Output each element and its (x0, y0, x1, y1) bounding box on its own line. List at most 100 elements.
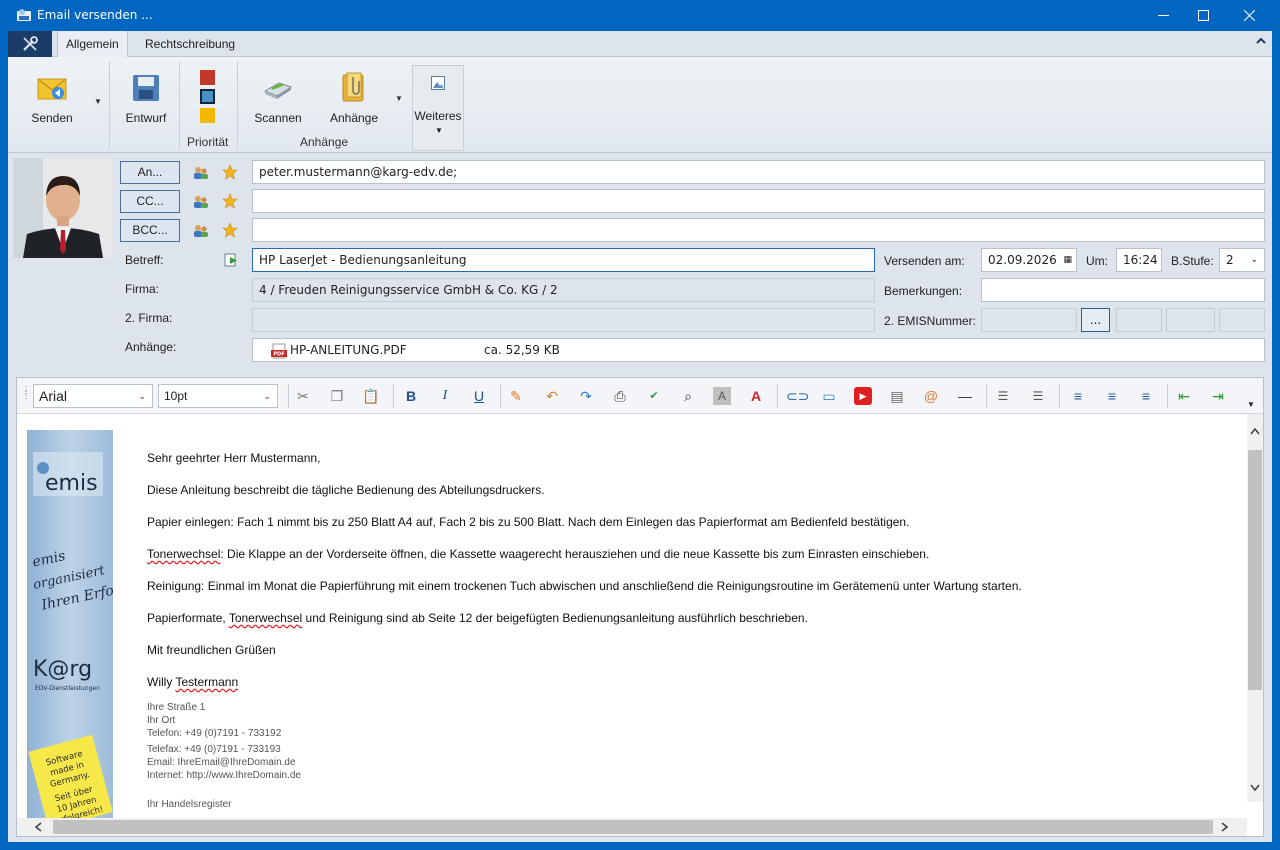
search-icon[interactable]: ⌕ (679, 387, 697, 405)
calendar-icon[interactable]: ▦ (1063, 249, 1072, 271)
cc-field[interactable] (252, 189, 1265, 213)
align-right-icon[interactable]: ≡ (1137, 387, 1155, 405)
avatar (13, 158, 113, 258)
to-button[interactable]: An... (120, 161, 180, 184)
bullet-list-icon[interactable]: ☰ (1029, 387, 1047, 405)
send-date-field[interactable]: 02.09.2026 ▦ (981, 248, 1077, 272)
company2-field[interactable] (252, 308, 875, 332)
attachment-name[interactable]: HP-ANLEITUNG.PDF (290, 339, 407, 361)
body-paragraph-4: Reinigung: Einmal im Monat die Papierfüh… (147, 579, 1022, 593)
body-greeting: Sehr geehrter Herr Mustermann, (147, 451, 321, 465)
bcc-field[interactable] (252, 218, 1265, 242)
font-family-select[interactable]: Arial ⌄ (33, 384, 153, 408)
more-button[interactable]: Weiteres ▼ (412, 65, 464, 151)
italic-icon[interactable]: I (436, 387, 454, 405)
emis-number-field[interactable] (981, 308, 1077, 332)
misspelled-word[interactable]: Tonerwechsel (229, 611, 302, 625)
clear-format-icon[interactable]: ✎ (507, 387, 525, 405)
font-size-select[interactable]: 10pt ⌄ (158, 384, 278, 408)
html-editor: ⋮ ⋮ Arial ⌄ 10pt ⌄ ✂ ❐ 📋 B I U ✎ ↶ ↷ ⎙ ✔… (16, 377, 1264, 837)
bcc-button[interactable]: BCC... (120, 219, 180, 242)
attachments-dropdown-icon[interactable]: ▼ (395, 94, 403, 103)
chevron-up-icon[interactable] (1250, 428, 1260, 435)
send-dropdown-icon[interactable]: ▼ (94, 97, 102, 106)
close-icon (1243, 9, 1255, 22)
favorites-star-icon[interactable] (222, 222, 238, 238)
favorites-star-icon[interactable] (222, 164, 238, 180)
favorites-star-icon[interactable] (222, 193, 238, 209)
numbered-list-icon[interactable]: ☰ (994, 387, 1012, 405)
body-text: Willy (147, 675, 176, 689)
cc-button[interactable]: CC... (120, 190, 180, 213)
file-menu-button[interactable] (8, 31, 52, 57)
table-icon[interactable]: ▤ (888, 387, 906, 405)
close-button[interactable] (1226, 0, 1272, 31)
horizontal-rule-icon[interactable]: — (956, 387, 974, 405)
align-left-icon[interactable]: ≡ (1069, 387, 1087, 405)
indent-icon[interactable]: ⇥ (1209, 387, 1227, 405)
to-field[interactable]: peter.mustermann@karg-edv.de; (252, 160, 1265, 184)
priority-normal-button[interactable] (200, 89, 215, 104)
cut-icon[interactable]: ✂ (294, 387, 312, 405)
misspelled-word[interactable]: Testermann (175, 675, 238, 689)
remarks-field[interactable] (981, 278, 1265, 302)
draft-button[interactable]: Entwurf (118, 71, 174, 131)
tab-allgemein[interactable]: Allgemein (57, 31, 128, 57)
font-family-value: Arial (39, 388, 68, 404)
spellcheck-icon[interactable]: ✔ (645, 387, 663, 405)
chevron-down-icon[interactable] (1250, 784, 1260, 791)
remarks-label: Bemerkungen: (884, 284, 963, 298)
emis-extra-field-3[interactable] (1219, 308, 1265, 332)
vertical-scrollbar[interactable] (1247, 414, 1263, 802)
insert-image-icon[interactable]: ▭ (820, 387, 838, 405)
copy-icon[interactable]: ❐ (328, 387, 346, 405)
priority-low-button[interactable] (200, 108, 215, 123)
emis-extra-field-2[interactable] (1166, 308, 1215, 332)
tab-rechtschreibung[interactable]: Rechtschreibung (137, 31, 243, 57)
send-button[interactable]: Senden (24, 71, 80, 131)
address-book-icon[interactable] (193, 166, 209, 180)
toolbar-overflow-icon[interactable]: ▼ (1247, 400, 1255, 409)
paste-icon[interactable]: 📋 (362, 387, 380, 405)
bstufe-select[interactable]: 2 ⌄ (1219, 248, 1265, 272)
chevron-right-icon[interactable] (1221, 822, 1228, 832)
time-field[interactable]: 16:24 (1116, 248, 1162, 272)
video-icon[interactable]: ▶ (854, 387, 872, 405)
scan-button[interactable]: Scannen (250, 71, 306, 131)
link-icon[interactable]: ⊂⊃ (786, 387, 809, 405)
company2-label: 2. Firma: (125, 311, 173, 325)
priority-high-button[interactable] (200, 70, 215, 85)
address-book-icon[interactable] (193, 195, 209, 209)
align-center-icon[interactable]: ≡ (1103, 387, 1121, 405)
chevron-left-icon[interactable] (35, 822, 42, 832)
attachments-field[interactable]: PDF HP-ANLEITUNG.PDF ca. 52,59 KB (252, 338, 1265, 362)
outdent-icon[interactable]: ⇤ (1175, 387, 1193, 405)
company-field[interactable]: 4 / Freuden Reinigungsservice GmbH & Co.… (252, 278, 875, 302)
misspelled-word[interactable]: Tonerwechsel (147, 547, 220, 561)
email-body[interactable]: Sehr geehrter Herr Mustermann, Diese Anl… (147, 450, 1022, 811)
underline-icon[interactable]: U (470, 387, 488, 405)
redo-icon[interactable]: ↷ (577, 387, 595, 405)
subject-template-icon[interactable] (224, 253, 238, 267)
bold-icon[interactable]: B (402, 387, 420, 405)
horizontal-scrollbar[interactable] (17, 818, 1247, 836)
address-book-icon[interactable] (193, 224, 209, 238)
signature-email: Email: IhreEmail@IhreDomain.de (147, 757, 296, 768)
print-icon[interactable]: ⎙ (611, 387, 629, 405)
collapse-ribbon-icon[interactable] (1256, 36, 1266, 48)
chevron-down-icon: ⌄ (263, 391, 271, 401)
undo-icon[interactable]: ↶ (543, 387, 561, 405)
emis-lookup-button[interactable]: ... (1081, 308, 1110, 332)
font-color-icon[interactable]: A (747, 387, 765, 405)
maximize-button[interactable] (1180, 0, 1226, 31)
horizontal-scroll-thumb[interactable] (53, 820, 1213, 834)
email-link-icon[interactable]: @ (922, 387, 940, 405)
background-color-icon[interactable]: A (713, 387, 731, 405)
body-closing: Mit freundlichen Grüßen (147, 643, 276, 657)
emis-extra-field-1[interactable] (1116, 308, 1162, 332)
bstufe-value: 2 (1226, 253, 1234, 267)
vertical-scroll-thumb[interactable] (1248, 450, 1262, 690)
subject-field[interactable]: HP LaserJet - Bedienungsanleitung (252, 248, 875, 272)
signature-phone: Telefon: +49 (0)7191 - 733192 (147, 728, 282, 739)
attachments-button[interactable]: Anhänge (326, 71, 382, 131)
